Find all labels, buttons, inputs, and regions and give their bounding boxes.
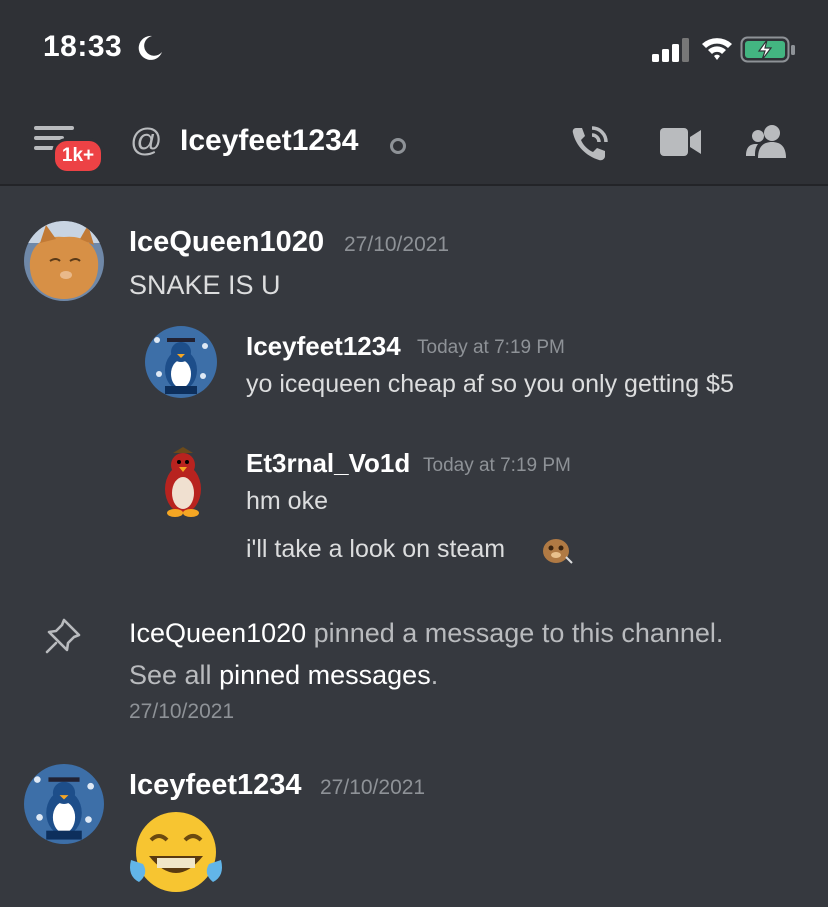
pin-icon	[45, 618, 81, 654]
system-message-timestamp: 27/10/2021	[129, 700, 235, 723]
voice-call-icon[interactable]	[570, 124, 612, 164]
period: .	[430, 660, 439, 690]
message-text: yo icequeen cheap af so you only getting…	[246, 370, 734, 398]
penguin-avatar-icon	[145, 326, 217, 398]
message-author[interactable]: IceQueen1020	[129, 226, 324, 259]
penguin-avatar-icon	[24, 764, 104, 844]
wifi-icon	[702, 38, 732, 60]
pinned-messages-link[interactable]: pinned messages	[219, 660, 431, 690]
see-all-text: See all	[129, 660, 220, 690]
offline-status-indicator	[390, 138, 406, 154]
message-text: i'll take a look on steam	[246, 535, 506, 563]
cellular-signal-icon	[652, 38, 689, 62]
system-message-line-1: IceQueen1020 pinned a message to this ch…	[129, 618, 723, 649]
moon-icon	[138, 35, 162, 60]
message-author[interactable]: Iceyfeet1234	[246, 331, 401, 362]
system-message-actor[interactable]: IceQueen1020	[129, 618, 306, 648]
system-message-action: pinned a message to this channel.	[306, 618, 724, 648]
status-time: 18:33	[43, 30, 123, 63]
avatar-icequeen1020[interactable]	[24, 221, 104, 301]
message-author[interactable]: Et3rnal_Vo1d	[246, 448, 410, 479]
message-author[interactable]: Iceyfeet1234	[129, 769, 302, 802]
battery-charging-icon	[740, 36, 795, 63]
cat-avatar-icon	[24, 221, 104, 301]
avatar-iceyfeet1234[interactable]	[145, 326, 217, 398]
channel-header	[0, 100, 828, 186]
video-call-icon[interactable]	[660, 128, 702, 158]
message-text: SNAKE IS U	[129, 270, 281, 300]
custom-emoji-icon	[543, 539, 573, 564]
message-timestamp: 27/10/2021	[344, 233, 450, 256]
system-message-line-2: See all pinned messages.	[129, 660, 438, 691]
at-icon: @	[130, 122, 163, 158]
red-penguin-avatar-icon	[165, 447, 201, 517]
message-timestamp: Today at 7:19 PM	[423, 455, 571, 476]
avatar-iceyfeet1234[interactable]	[24, 764, 104, 844]
message-text: hm oke	[246, 487, 328, 515]
message-timestamp: 27/10/2021	[320, 776, 426, 799]
message-timestamp: Today at 7:19 PM	[417, 337, 565, 358]
avatar-et3rnal-vo1d[interactable]	[145, 443, 217, 519]
channel-title[interactable]: Iceyfeet1234	[180, 124, 358, 158]
member-list-icon[interactable]	[746, 124, 790, 160]
laughing-emoji-icon	[130, 812, 222, 892]
unread-badge: 1k+	[52, 138, 104, 174]
